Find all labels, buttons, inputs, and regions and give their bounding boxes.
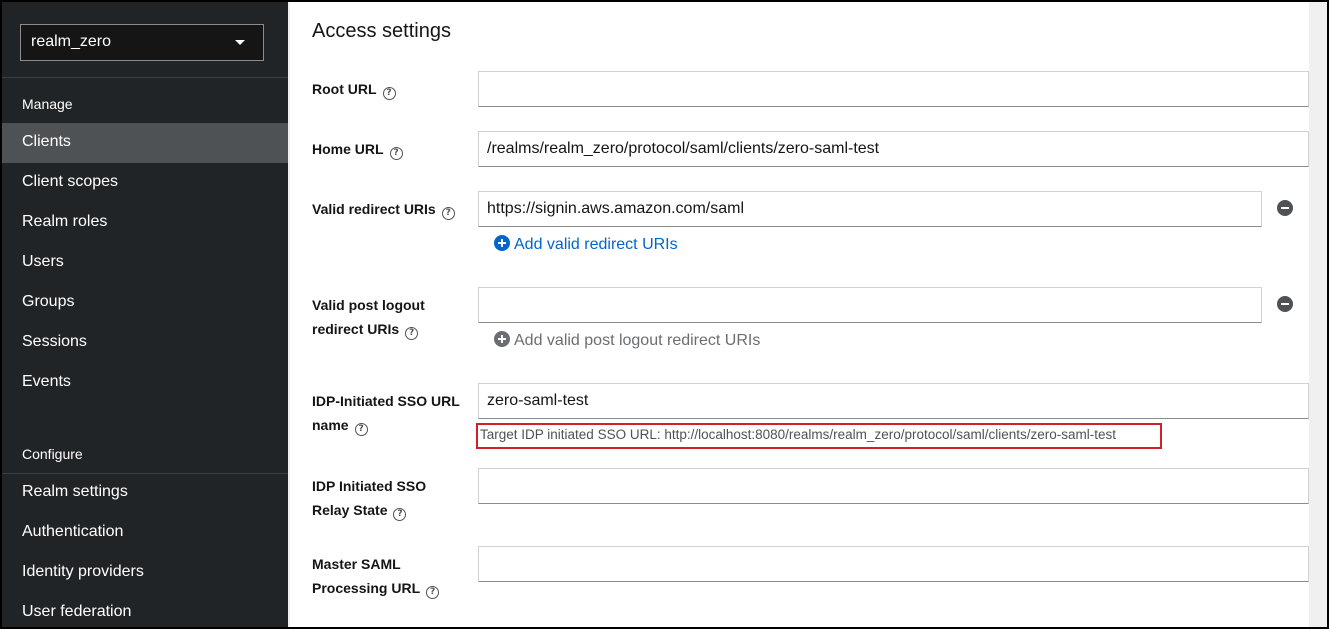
post-logout-redirect-input[interactable] [478, 287, 1262, 323]
sidebar-item-groups[interactable]: Groups [2, 283, 288, 323]
idp-sso-helper-text: Target IDP initiated SSO URL: http://loc… [476, 423, 1162, 449]
valid-redirect-uris-label: Valid redirect URIs? [312, 197, 455, 221]
access-settings-card: Access settings Root URL? Home URL? Vali… [290, 2, 1327, 627]
home-url-label: Home URL? [312, 137, 403, 161]
sidebar-item-identity-providers[interactable]: Identity providers [2, 553, 288, 593]
sidebar-item-realm-roles[interactable]: Realm roles [2, 203, 288, 243]
help-icon[interactable]: ? [405, 327, 419, 340]
help-icon[interactable]: ? [426, 586, 440, 599]
master-saml-input[interactable] [478, 546, 1309, 582]
sidebar-item-realm-settings[interactable]: Realm settings [2, 473, 288, 513]
add-post-logout-redirect-uri-button[interactable]: Add valid post logout redirect URIs [494, 331, 760, 350]
idp-sso-url-name-label: IDP-Initiated SSO URL name? [312, 393, 460, 436]
home-url-input[interactable] [478, 131, 1309, 167]
main-content: Access settings Root URL? Home URL? Vali… [290, 2, 1327, 627]
remove-redirect-uri-icon[interactable] [1277, 200, 1293, 216]
help-icon[interactable]: ? [393, 508, 407, 521]
section-title-configure: Configure [22, 446, 83, 462]
add-valid-redirect-uri-button[interactable]: Add valid redirect URIs [494, 235, 678, 254]
root-url-input[interactable] [478, 71, 1309, 107]
sidebar: realm_zero Manage Clients Client scopes … [2, 2, 288, 627]
plus-circle-icon [494, 235, 510, 251]
sidebar-divider [2, 77, 288, 78]
help-icon[interactable]: ? [354, 423, 368, 436]
sidebar-item-client-scopes[interactable]: Client scopes [2, 163, 288, 203]
relay-state-label: IDP Initiated SSO Relay State? [312, 478, 427, 521]
relay-state-input[interactable] [478, 468, 1309, 504]
help-icon[interactable]: ? [441, 207, 455, 220]
section-title-manage: Manage [22, 96, 73, 112]
remove-post-logout-uri-icon[interactable] [1277, 296, 1293, 312]
master-saml-label: Master SAML Processing URL? [312, 552, 440, 600]
sidebar-item-users[interactable]: Users [2, 243, 288, 283]
valid-redirect-uri-input[interactable] [478, 191, 1262, 227]
window-frame: realm_zero Manage Clients Client scopes … [0, 0, 1329, 629]
post-logout-redirect-label: Valid post logout redirect URIs? [312, 297, 425, 340]
root-url-label: Root URL? [312, 77, 396, 101]
sidebar-item-events[interactable]: Events [2, 363, 288, 403]
scroll-gutter [1309, 2, 1327, 627]
help-icon[interactable]: ? [382, 87, 396, 100]
idp-sso-url-name-input[interactable] [478, 383, 1309, 419]
sidebar-item-clients[interactable]: Clients [2, 123, 288, 163]
sidebar-item-authentication[interactable]: Authentication [2, 513, 288, 553]
realm-selector-value: realm_zero [31, 33, 112, 50]
plus-circle-icon [494, 331, 510, 347]
section-heading: Access settings [312, 20, 451, 42]
caret-down-icon [235, 40, 245, 45]
sidebar-item-sessions[interactable]: Sessions [2, 323, 288, 363]
sidebar-item-user-federation[interactable]: User federation [2, 593, 288, 627]
help-icon[interactable]: ? [389, 147, 403, 160]
realm-selector[interactable]: realm_zero [20, 24, 264, 61]
